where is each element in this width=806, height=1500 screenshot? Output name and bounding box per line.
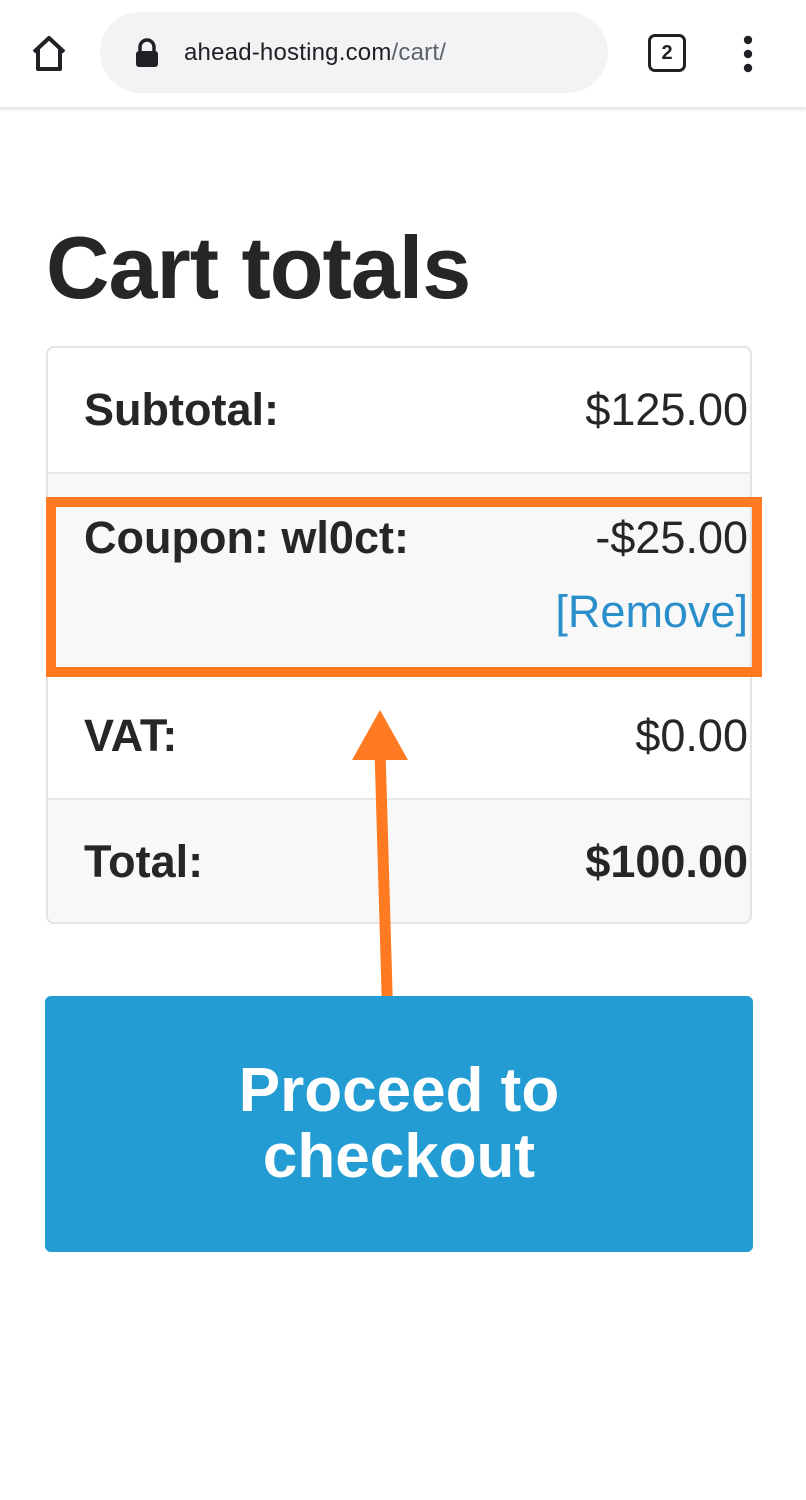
- remove-coupon-link[interactable]: [Remove]: [555, 586, 748, 638]
- lock-icon: [136, 38, 158, 67]
- url-domain: ahead-hosting.com: [184, 39, 392, 66]
- coupon-row: Coupon: wl0ct: -$25.00 [Remove]: [48, 474, 750, 674]
- subtotal-row: Subtotal: $125.00: [48, 348, 750, 474]
- proceed-to-checkout-button[interactable]: Proceed to checkout: [45, 996, 753, 1252]
- total-label: Total:: [84, 836, 204, 887]
- url-text: ahead-hosting.com/cart/: [184, 36, 446, 70]
- coupon-label: Coupon: wl0ct:: [84, 512, 409, 563]
- tabs-icon[interactable]: 2: [648, 34, 686, 72]
- more-vert-icon[interactable]: [734, 34, 762, 74]
- page-title: Cart totals: [46, 218, 471, 317]
- annotation-arrow-icon: [352, 710, 408, 1027]
- vat-label: VAT:: [84, 710, 178, 761]
- tab-count: 2: [661, 42, 673, 64]
- address-bar[interactable]: ahead-hosting.com/cart/: [100, 12, 608, 93]
- home-icon[interactable]: [26, 30, 72, 76]
- subtotal-label: Subtotal:: [84, 384, 279, 435]
- subtotal-value: $125.00: [585, 384, 748, 435]
- coupon-value: -$25.00: [595, 512, 748, 563]
- checkout-button-label: Proceed to checkout: [238, 1056, 560, 1191]
- vat-value: $0.00: [635, 710, 748, 761]
- total-value: $100.00: [585, 836, 748, 887]
- browser-toolbar: ahead-hosting.com/cart/ 2: [0, 0, 806, 108]
- url-path: /cart/: [391, 39, 447, 66]
